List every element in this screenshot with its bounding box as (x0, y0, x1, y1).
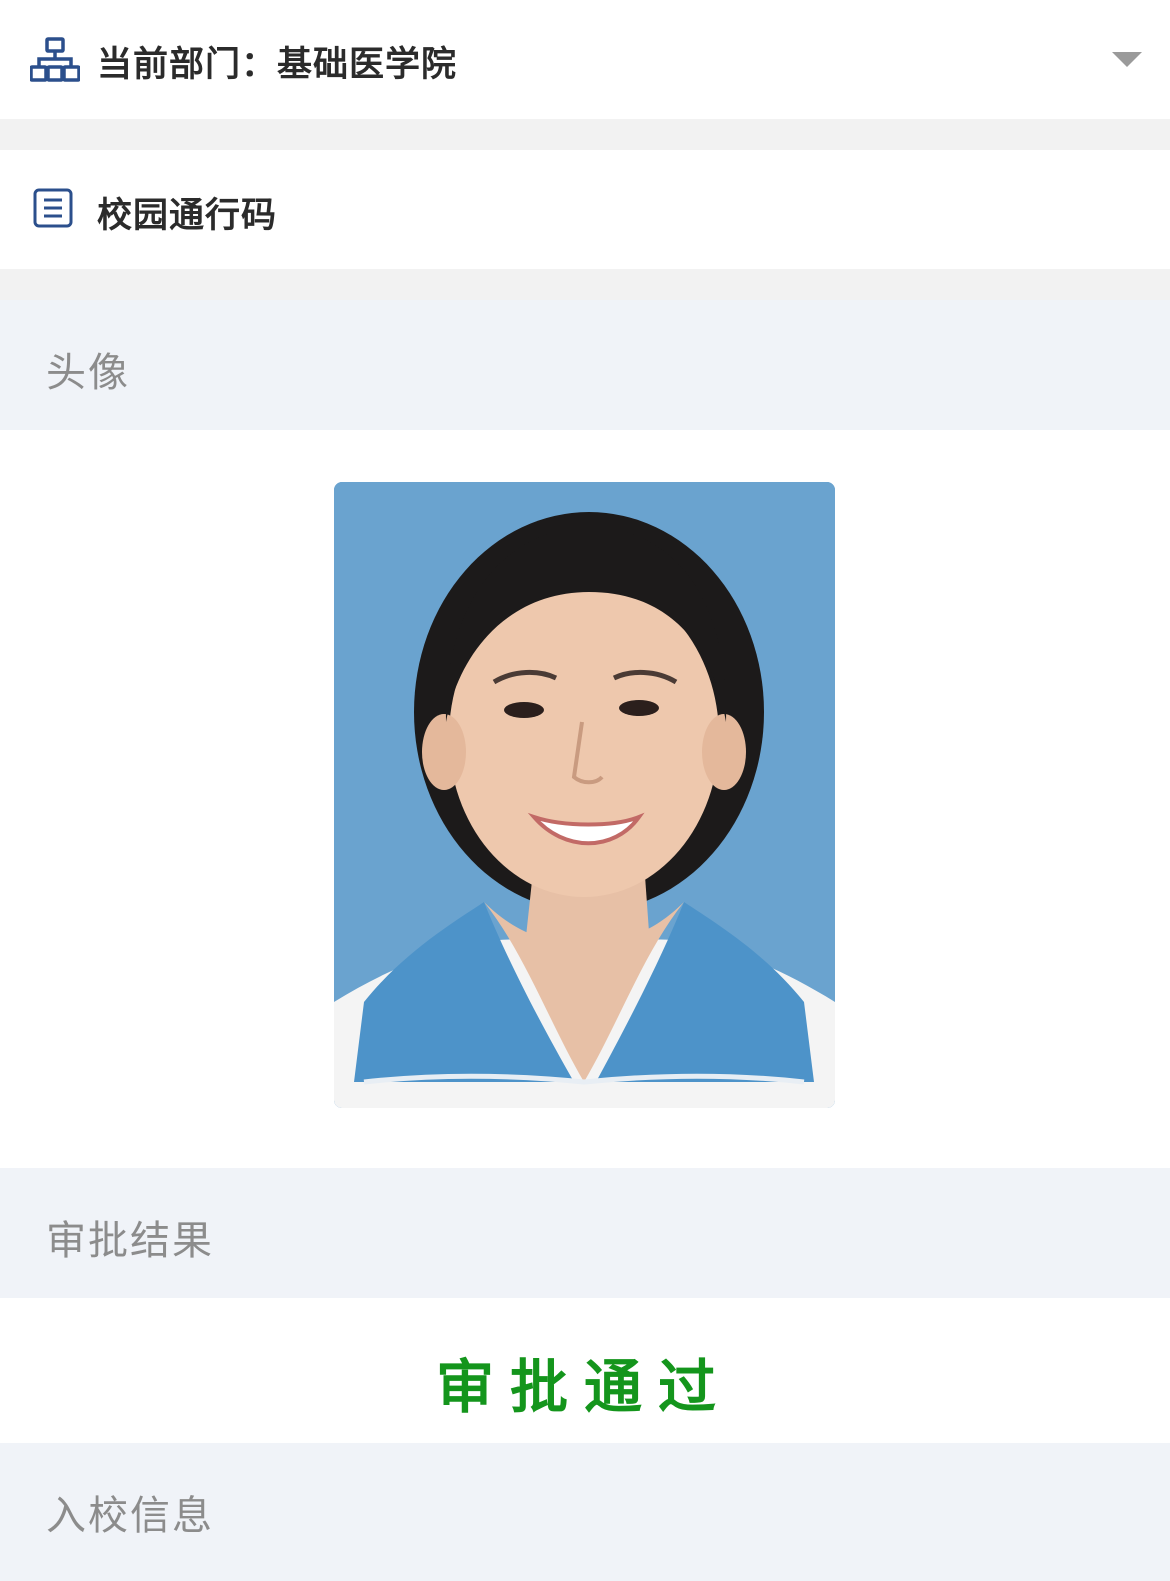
section-entry-info: 入校信息 (0, 1443, 1170, 1581)
caret-down-icon[interactable] (1112, 52, 1142, 67)
document-list-icon (33, 188, 73, 228)
section-avatar-label: 头像 (46, 350, 130, 396)
section-avatar: 头像 (0, 300, 1170, 430)
approval-status: 审批通过 (436, 1353, 733, 1421)
section-entry-label: 入校信息 (46, 1493, 214, 1539)
avatar-photo (334, 482, 835, 1108)
divider (0, 269, 1170, 300)
campus-pass-page: 当前部门：基础医学院 校园通行码 头像 审批结果 审批通过 入校信息 (0, 0, 1170, 1581)
org-chart-icon (30, 37, 80, 82)
department-selector[interactable]: 当前部门：基础医学院 (0, 0, 1170, 119)
divider (0, 119, 1170, 150)
department-label: 当前部门：基础医学院 (97, 45, 458, 85)
section-approval: 审批结果 (0, 1168, 1170, 1298)
section-approval-label: 审批结果 (46, 1218, 214, 1264)
campus-pass-title: 校园通行码 (97, 196, 278, 236)
